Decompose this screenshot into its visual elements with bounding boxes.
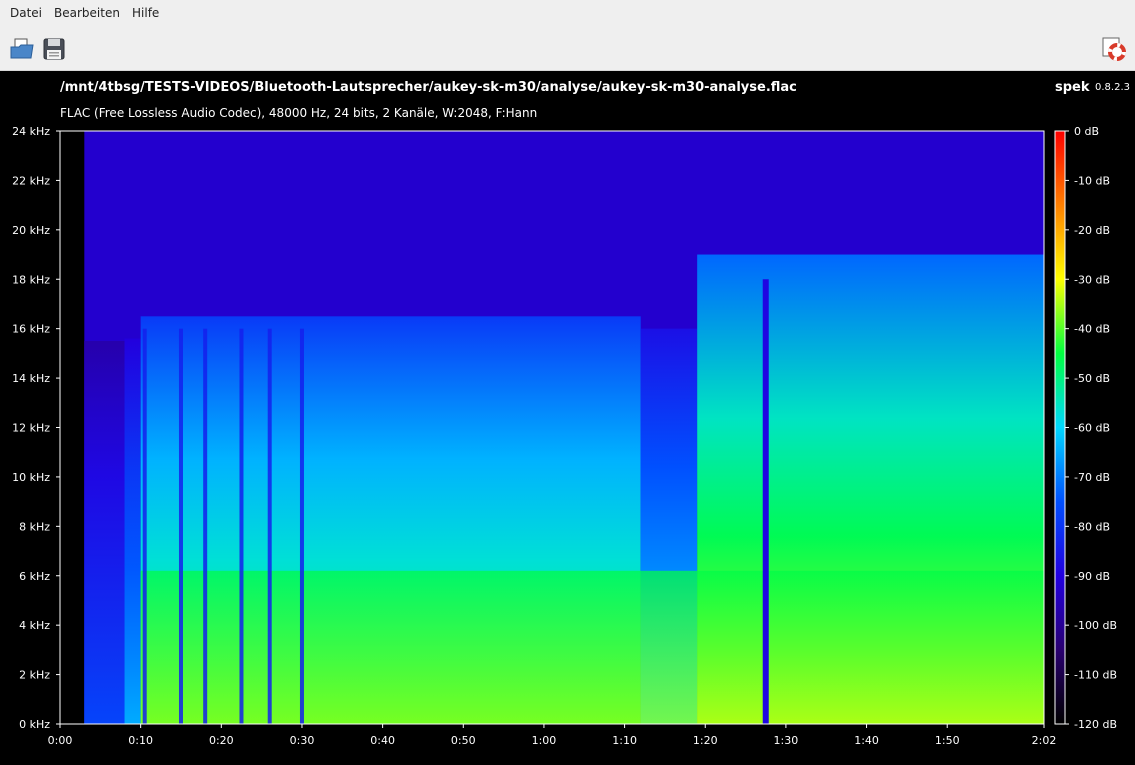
x-tick-label: 1:30 bbox=[774, 734, 799, 747]
y-tick-label: 18 kHz bbox=[12, 273, 50, 286]
save-icon bbox=[43, 38, 65, 60]
colorbar-tick-label: -110 dB bbox=[1074, 669, 1117, 682]
spectrum-segment bbox=[84, 341, 125, 724]
colorbar-tick-label: -90 dB bbox=[1074, 570, 1110, 583]
y-tick-label: 0 kHz bbox=[19, 718, 50, 731]
spectrum-segment bbox=[124, 338, 141, 724]
menu-file[interactable]: Datei bbox=[10, 6, 42, 20]
colorbar-tick-label: -120 dB bbox=[1074, 718, 1117, 731]
x-tick-label: 1:10 bbox=[612, 734, 637, 747]
menu-bar: Datei Bearbeiten Hilfe bbox=[0, 0, 1135, 28]
spectrogram-view: /mnt/4tbsg/TESTS-VIDEOS/Bluetooth-Lautsp… bbox=[0, 71, 1135, 765]
y-tick-label: 24 kHz bbox=[12, 125, 50, 138]
x-tick-label: 0:20 bbox=[209, 734, 234, 747]
y-tick-label: 4 kHz bbox=[19, 619, 50, 632]
save-button[interactable] bbox=[41, 36, 67, 62]
spectrogram-chart: 0 kHz 2 kHz 4 kHz 6 kHz 8 kHz 10 kHz 12 kHz 14 … bbox=[12, 125, 1117, 747]
spectrum-gap bbox=[299, 328, 304, 724]
spectrum-dropout bbox=[762, 279, 769, 724]
y-tick-label: 2 kHz bbox=[19, 669, 50, 682]
colorbar-tick-label: -20 dB bbox=[1074, 224, 1110, 237]
colorbar-tick-label: -10 dB bbox=[1074, 174, 1110, 187]
x-tick-label: 0:00 bbox=[48, 734, 73, 747]
y-tick-label: 22 kHz bbox=[12, 174, 50, 187]
spectrum-gap bbox=[142, 328, 147, 724]
colorbar-tick-label: -80 dB bbox=[1074, 520, 1110, 533]
y-tick-label: 16 kHz bbox=[12, 323, 50, 336]
spectrum-silence bbox=[60, 131, 85, 724]
colorbar-tick-label: -60 dB bbox=[1074, 422, 1110, 435]
x-tick-label: 0:30 bbox=[290, 734, 315, 747]
open-button[interactable] bbox=[9, 36, 35, 62]
spectrum-gap bbox=[203, 328, 208, 724]
x-tick-label: 1:20 bbox=[693, 734, 718, 747]
x-tick-label: 1:40 bbox=[854, 734, 879, 747]
x-tick-label: 2:02 bbox=[1032, 734, 1057, 747]
about-button[interactable] bbox=[1101, 36, 1127, 62]
colorbar-tick-label: -100 dB bbox=[1074, 619, 1117, 632]
colorbar-tick-label: -30 dB bbox=[1074, 273, 1110, 286]
menu-help[interactable]: Hilfe bbox=[132, 6, 159, 20]
y-tick-label: 8 kHz bbox=[19, 520, 50, 533]
x-tick-label: 0:40 bbox=[370, 734, 395, 747]
x-tick-label: 0:10 bbox=[128, 734, 153, 747]
toolbar bbox=[0, 28, 1135, 71]
colorbar-tick-label: -70 dB bbox=[1074, 471, 1110, 484]
y-tick-label: 20 kHz bbox=[12, 224, 50, 237]
lifebuoy-help-icon bbox=[1102, 37, 1126, 61]
x-tick-label: 1:50 bbox=[935, 734, 960, 747]
colorbar bbox=[1055, 131, 1065, 724]
y-tick-label: 10 kHz bbox=[12, 471, 50, 484]
x-tick-label: 1:00 bbox=[532, 734, 557, 747]
open-file-icon bbox=[10, 38, 34, 59]
x-tick-label: 0:50 bbox=[451, 734, 476, 747]
y-tick-label: 12 kHz bbox=[12, 422, 50, 435]
spectrum-low-band bbox=[140, 570, 1044, 724]
colorbar-tick-label: -40 dB bbox=[1074, 323, 1110, 336]
spectrum-gap bbox=[267, 328, 272, 724]
colorbar-tick-label: 0 dB bbox=[1074, 125, 1099, 138]
spectrum-gap bbox=[239, 328, 244, 724]
y-tick-label: 14 kHz bbox=[12, 372, 50, 385]
colorbar-tick-label: -50 dB bbox=[1074, 372, 1110, 385]
menu-edit[interactable]: Bearbeiten bbox=[54, 6, 120, 20]
spectrum-gap bbox=[178, 328, 183, 724]
y-tick-label: 6 kHz bbox=[19, 570, 50, 583]
